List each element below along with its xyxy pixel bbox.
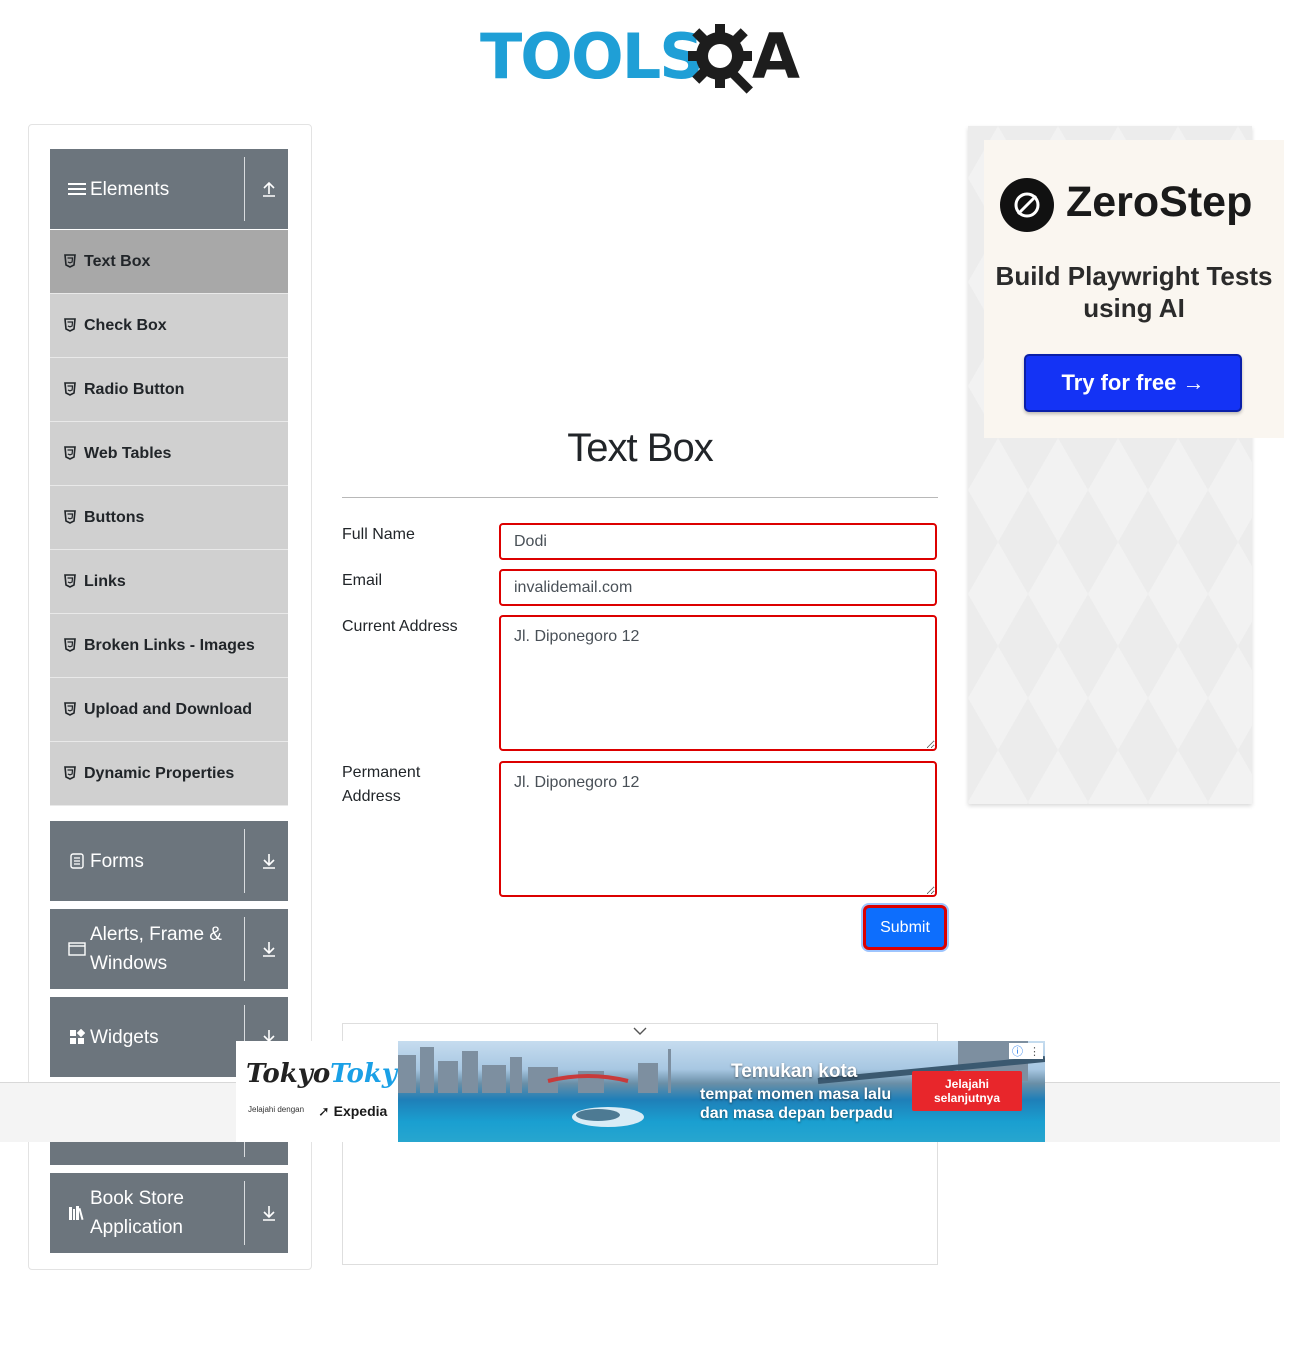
html5-icon (64, 509, 78, 526)
expand-arrow-icon[interactable] (256, 1200, 282, 1226)
html5-icon (64, 381, 78, 398)
logo-text-tail: A (752, 20, 800, 93)
ad-brand: ZeroStep (1066, 178, 1253, 226)
menu-item-buttons[interactable]: Buttons (50, 486, 288, 550)
ad-tokyo-banner[interactable]: Temukan kota tempat momen masa lalu dan m… (398, 1041, 1045, 1142)
group-label: Forms (90, 850, 144, 872)
html5-icon (64, 637, 78, 654)
group-alerts-frame-windows[interactable]: Alerts, Frame & Windows (50, 909, 288, 989)
current-address-textarea[interactable]: Jl. Diponegoro 12 (499, 615, 937, 751)
divider (244, 829, 245, 893)
group-label: Elements (90, 178, 170, 200)
elements-menu: Text Box Check Box Radio Button Web Tabl… (50, 230, 288, 806)
chevron-down-icon[interactable] (632, 1025, 648, 1037)
menu-item-upload-and-download[interactable]: Upload and Download (50, 678, 288, 742)
submit-button[interactable]: Submit (863, 905, 947, 950)
menu-item-dynamic-properties[interactable]: Dynamic Properties (50, 742, 288, 806)
gear-magnifier-icon (688, 24, 753, 94)
page-title: Text Box (567, 426, 713, 470)
menu-item-label: Dynamic Properties (84, 764, 235, 782)
full-name-input[interactable] (499, 523, 937, 560)
full-name-label: Full Name (342, 526, 415, 543)
html5-icon (64, 701, 78, 718)
html5-icon (64, 765, 78, 782)
form-icon (66, 853, 88, 869)
group-forms[interactable]: Forms (50, 821, 288, 901)
menu-item-text-box[interactable]: Text Box (50, 230, 288, 294)
menu-item-links[interactable]: Links (50, 550, 288, 614)
expedia-logo: ➚ Expedia (318, 1103, 388, 1119)
html5-icon (64, 445, 78, 462)
html5-icon (64, 317, 78, 334)
toolsqa-logo[interactable]: TOOLS A (480, 14, 810, 94)
ad-zerostep[interactable]: ZeroStep Build Playwright Tests using AI… (984, 140, 1284, 438)
expand-arrow-icon[interactable] (256, 936, 282, 962)
email-label: Email (342, 572, 383, 589)
menu-item-label: Text Box (84, 252, 151, 270)
email-input[interactable] (499, 569, 937, 606)
menu-item-web-tables[interactable]: Web Tables (50, 422, 288, 486)
collapse-arrow-icon[interactable] (256, 176, 282, 202)
menu-item-label: Check Box (84, 316, 167, 334)
menu-item-label: Buttons (84, 508, 145, 526)
group-book-store-application[interactable]: Book Store Application (50, 1173, 288, 1253)
hamburger-icon (66, 181, 88, 197)
group-label: Alerts, Frame & Windows (90, 924, 222, 974)
permanent-address-textarea[interactable]: Jl. Diponegoro 12 (499, 761, 937, 897)
menu-item-label: Radio Button (84, 380, 185, 398)
tokyo-tokyo-logo: TokyoTokyo (246, 1059, 415, 1089)
group-label: Widgets (90, 1026, 159, 1048)
menu-item-check-box[interactable]: Check Box (50, 294, 288, 358)
window-icon (66, 942, 88, 956)
html5-icon (64, 253, 78, 270)
ad-headline: Temukan kota (731, 1061, 858, 1082)
logo-text: TOOLS (480, 20, 704, 93)
title-divider (342, 497, 938, 498)
divider (244, 157, 245, 221)
menu-item-label: Broken Links - Images (84, 636, 255, 654)
try-for-free-button[interactable]: Try for free → (1024, 354, 1242, 412)
widgets-icon (66, 1029, 88, 1045)
menu-item-label: Links (84, 572, 126, 590)
ad-subline: tempat momen masa lalu dan masa depan ber… (700, 1086, 893, 1122)
group-elements[interactable]: Elements (50, 149, 288, 229)
divider (244, 1181, 245, 1245)
menu-item-label: Upload and Download (84, 700, 252, 718)
ad-sub-label: Jelajahi dengan (248, 1105, 305, 1114)
zerostep-logo-icon (1000, 178, 1054, 232)
permanent-address-label: Permanent Address (342, 764, 421, 805)
books-icon (66, 1205, 88, 1221)
current-address-label: Current Address (342, 618, 458, 635)
html5-icon (64, 573, 78, 590)
menu-item-radio-button[interactable]: Radio Button (50, 358, 288, 422)
ad-tokyo-logo-panel[interactable]: TokyoTokyo Jelajahi dengan ➚ Expedia (236, 1041, 414, 1142)
menu-item-label: Web Tables (84, 444, 172, 462)
group-label: Book Store Application (90, 1188, 184, 1238)
divider (244, 917, 245, 981)
ad-tagline: Build Playwright Tests using AI (995, 261, 1273, 323)
menu-item-broken-links-images[interactable]: Broken Links - Images (50, 614, 288, 678)
ad-cta-button[interactable]: Jelajahi selanjutnya (912, 1071, 1022, 1111)
expand-arrow-icon[interactable] (256, 848, 282, 874)
ad-info-icon[interactable]: ⓘ ⋮ (1009, 1043, 1043, 1059)
